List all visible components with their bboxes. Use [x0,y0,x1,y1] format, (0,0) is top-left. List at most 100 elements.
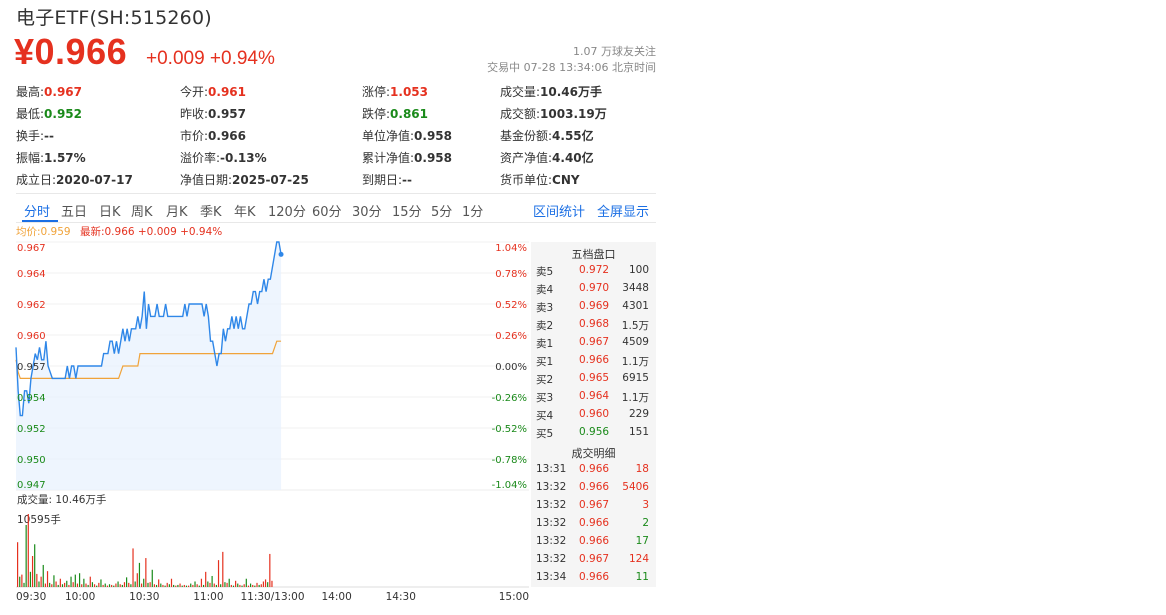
y-tick-right: -0.78% [492,455,527,466]
volume-bar [196,584,198,587]
volume-bar [74,574,76,587]
x-tick-label: 10:30 [129,591,159,603]
followers-count[interactable]: 1.07 万球友关注 [573,43,656,59]
order-price: 0.972 [579,264,610,276]
trade-time: 13:31 [536,463,567,475]
order-volume: 151 [628,426,649,438]
order-book-panel: 五档盘口 成交明细 卖5 0.972 100 卖4 0.970 3448 卖3 0.969 43… [531,242,656,587]
x-tick-label: 09:30 [16,591,46,603]
trade-detail-title: 成交明细 [571,447,616,460]
x-tick-label: 11:00 [193,591,223,603]
trade-price: 0.966 [579,463,610,475]
volume-bar [51,584,53,587]
volume-bar [228,578,230,587]
y-tick-right: 0.00% [495,362,527,373]
volume-bar [230,584,232,587]
volume-bar [258,584,260,587]
volume-bar [241,585,243,587]
trade-price: 0.966 [579,571,610,583]
volume-bar [96,585,98,587]
volume-bar [190,583,192,587]
y-tick-right: -0.52% [492,424,527,435]
volume-bar [232,585,235,587]
volume-bar [252,584,254,587]
order-price: 0.967 [579,336,610,348]
volume-bar [42,564,44,587]
intraday-chart[interactable]: 0.967 0.964 0.962 0.960 0.957 0.954 0.952 0.950… [0,0,530,615]
trade-time: 13:32 [536,481,567,493]
volume-bar [38,581,40,587]
trade-volume: 3 [642,499,649,511]
volume-bar [243,584,245,587]
volume-bar [217,560,220,587]
trade-row: 13:32 0.967 124 [531,550,656,568]
volume-bar [164,585,166,587]
y-tick-right: 0.78% [495,269,527,280]
order-book-row: 买1 0.966 1.1万 [531,351,656,369]
y-tick-left: 0.960 [17,331,46,342]
trade-time: 13:32 [536,553,567,565]
volume-bar [19,576,21,587]
volume-bar [64,582,66,587]
volume-bar [166,582,168,587]
trade-price: 0.967 [579,499,610,511]
order-level-label: 买1 [536,356,554,368]
volume-bar [138,562,141,587]
volume-bar [235,580,237,587]
range-stats-link[interactable]: 区间统计 [533,201,585,220]
order-book-row: 卖3 0.969 4301 [531,297,656,315]
trade-time: 13:34 [536,571,567,583]
order-book-row: 买3 0.964 1.1万 [531,387,656,405]
trade-volume: 2 [642,517,649,529]
y-tick-left: 0.962 [17,300,46,311]
volume-bar [194,581,196,587]
fullscreen-link[interactable]: 全屏显示 [597,201,649,220]
order-volume: 1.5万 [621,320,649,332]
volume-bar [70,576,72,587]
volume-bar [213,583,215,587]
volume-bar [140,583,143,587]
volume-bar [17,542,19,587]
volume-bar [128,582,130,587]
x-tick-label: 15:00 [499,591,529,603]
volume-bar [249,583,252,587]
volume-bar [205,571,207,587]
volume-bar [245,578,247,587]
order-price: 0.956 [579,426,610,438]
volume-bar [143,578,145,587]
trade-time: 13:32 [536,499,567,511]
volume-bar [27,514,29,587]
volume-bar [215,584,217,587]
volume-bar [102,584,104,587]
volume-bar [256,582,258,587]
volume-bar [119,584,121,587]
trade-price: 0.966 [579,535,610,547]
trade-row: 13:32 0.966 5406 [531,478,656,496]
volume-bar [145,558,147,587]
volume-bar [126,577,128,587]
volume-bar [198,585,200,587]
trade-volume: 18 [635,463,649,475]
volume-bar [108,584,111,587]
volume-bar [260,584,262,587]
current-price-dot [278,251,284,257]
trade-row: 13:32 0.967 3 [531,496,656,514]
stat-value: 4.55亿 [552,129,594,143]
volume-bar [153,584,155,587]
volume-bar [185,585,188,587]
volume-bar [66,580,68,587]
order-price: 0.970 [579,282,610,294]
order-book-row: 卖4 0.970 3448 [531,279,656,297]
volume-bar [31,555,34,587]
x-tick-label: 10:00 [65,591,95,603]
volume-bar [271,580,273,587]
y-tick-left: 0.950 [17,455,46,466]
volume-bar [264,579,267,587]
volume-bar [34,544,36,587]
order-level-label: 卖2 [536,320,554,332]
volume-bar [247,585,250,587]
volume-bar [267,582,269,587]
volume-bar [160,583,162,587]
volume-bar [200,578,203,587]
order-volume: 1.1万 [621,392,649,404]
